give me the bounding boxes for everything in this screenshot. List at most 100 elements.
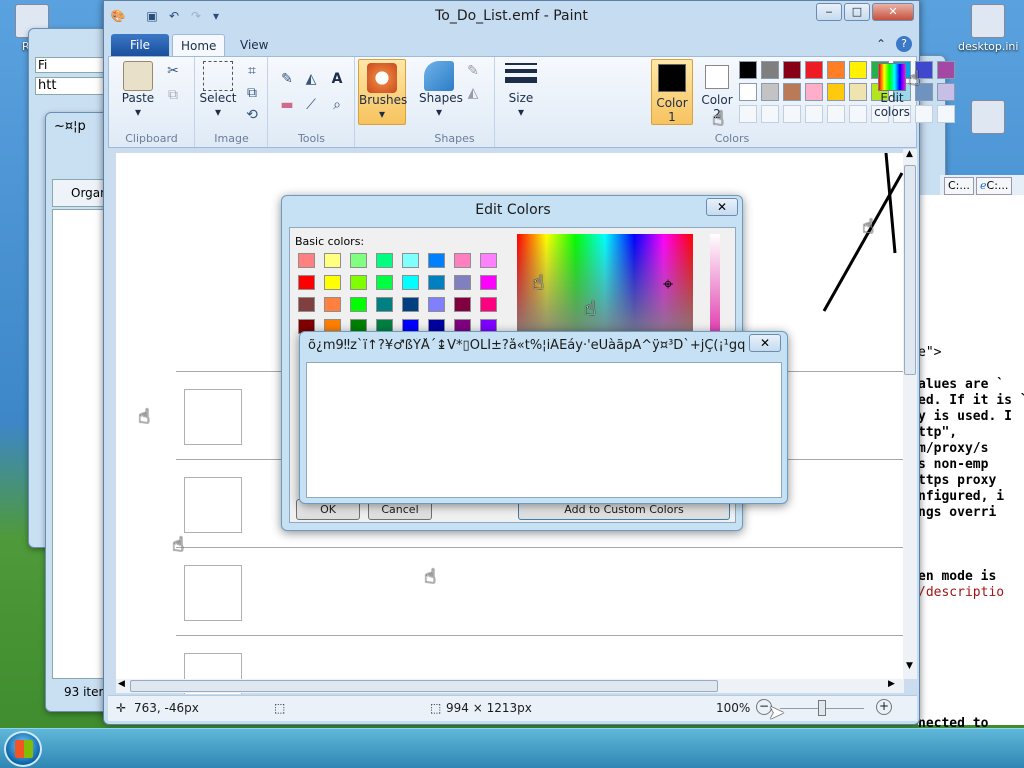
paste-button[interactable]: Paste ▾ — [115, 61, 161, 119]
checkbox-square — [184, 565, 242, 621]
desktop-ini-icon[interactable]: desktop.ini — [958, 4, 1018, 53]
custom-palette-swatch[interactable] — [761, 105, 779, 123]
vertical-scroll-thumb[interactable] — [904, 165, 916, 375]
basic-color-swatch[interactable] — [480, 275, 497, 290]
basic-color-swatch[interactable] — [324, 275, 341, 290]
close-button[interactable]: ✕ — [872, 3, 914, 21]
eraser-icon[interactable]: ▬ — [277, 95, 297, 115]
scroll-down-icon[interactable]: ▼ — [906, 661, 913, 671]
palette-swatch[interactable] — [761, 61, 779, 79]
basic-color-swatch[interactable] — [428, 253, 445, 268]
brushes-button[interactable]: Brushes ▾ — [358, 59, 407, 125]
basic-color-swatch[interactable] — [480, 297, 497, 312]
minimize-ribbon-icon[interactable]: ⌃ — [876, 37, 886, 51]
basic-color-swatch[interactable] — [298, 297, 315, 312]
basic-color-swatch[interactable] — [324, 297, 341, 312]
horizontal-scrollbar[interactable]: ◀ ▶ — [116, 679, 904, 693]
luminance-bar[interactable] — [710, 234, 720, 332]
garbled-dialog[interactable]: õ¿m9‼z`ï↑?¥♂ßÝÅ´↨V*▯ÕLÍ±?å«t%¦iÂEáy·'eÚà… — [299, 331, 788, 504]
custom-palette-swatch[interactable] — [915, 105, 933, 123]
settings-file-icon[interactable] — [958, 100, 1018, 136]
color-palette — [739, 61, 963, 131]
custom-palette-swatch[interactable] — [783, 105, 801, 123]
basic-color-swatch[interactable] — [376, 297, 393, 312]
palette-swatch[interactable] — [937, 83, 955, 101]
help-icon[interactable]: ? — [896, 36, 912, 52]
bg-address[interactable]: htt — [35, 77, 111, 95]
basic-color-swatch[interactable] — [324, 253, 341, 268]
custom-palette-swatch[interactable] — [805, 105, 823, 123]
outline-icon[interactable]: ✎ — [463, 61, 483, 81]
doc-line — [918, 361, 1024, 377]
basic-color-swatch[interactable] — [298, 253, 315, 268]
start-button[interactable] — [4, 731, 42, 767]
scroll-right-icon[interactable]: ▶ — [888, 679, 895, 689]
rotate-icon[interactable]: ⟲ — [242, 105, 262, 125]
size-button[interactable]: Size ▾ — [500, 63, 542, 119]
palette-swatch[interactable] — [739, 61, 757, 79]
text-icon[interactable]: A — [327, 69, 347, 89]
basic-color-swatch[interactable] — [402, 253, 419, 268]
garbled-dialog-close-button[interactable]: ✕ — [749, 334, 781, 352]
basic-color-swatch[interactable] — [376, 253, 393, 268]
right-tab-2[interactable]: ℯC:... — [976, 177, 1013, 195]
basic-color-swatch[interactable] — [376, 275, 393, 290]
zoom-slider-thumb[interactable] — [818, 700, 826, 716]
palette-swatch[interactable] — [827, 83, 845, 101]
shapes-button[interactable]: Shapes ▾ — [419, 61, 463, 119]
resize-icon[interactable]: ⧉ — [242, 83, 262, 103]
tab-file[interactable]: File — [111, 34, 169, 56]
basic-color-swatch[interactable] — [454, 275, 471, 290]
custom-palette-swatch[interactable] — [827, 105, 845, 123]
palette-swatch[interactable] — [761, 83, 779, 101]
magnifier-icon[interactable]: ⌕ — [327, 95, 347, 115]
palette-swatch[interactable] — [827, 61, 845, 79]
scroll-up-icon[interactable]: ▲ — [906, 149, 913, 159]
tab-home[interactable]: Home — [172, 34, 226, 56]
bg-field[interactable]: Fi — [35, 57, 111, 73]
right-tab-1[interactable]: C:... — [944, 177, 974, 195]
basic-color-swatch[interactable] — [454, 297, 471, 312]
edit-colors-close-button[interactable]: ✕ — [706, 198, 738, 216]
color1-button[interactable]: Color 1 — [651, 59, 693, 125]
vertical-scrollbar[interactable]: ▲ ▼ — [903, 149, 917, 679]
basic-color-swatch[interactable] — [350, 297, 367, 312]
basic-color-swatch[interactable] — [350, 275, 367, 290]
pencil-icon[interactable]: ✎ — [277, 69, 297, 89]
basic-color-swatch[interactable] — [480, 253, 497, 268]
zoom-in-button[interactable]: + — [876, 699, 892, 715]
fill-icon[interactable]: ◭ — [301, 69, 321, 89]
custom-palette-swatch[interactable] — [937, 105, 955, 123]
palette-swatch[interactable] — [849, 83, 867, 101]
hand-cursor-icon: ☝ — [712, 106, 725, 130]
basic-color-swatch[interactable] — [350, 253, 367, 268]
select-button[interactable]: Select ▾ — [198, 61, 238, 119]
minimize-button[interactable]: ‒ — [816, 3, 842, 21]
basic-color-swatch[interactable] — [402, 297, 419, 312]
color-picker-icon[interactable]: ⟋ — [301, 95, 321, 115]
maximize-button[interactable]: □ — [844, 3, 870, 21]
palette-swatch[interactable] — [805, 61, 823, 79]
crop-icon[interactable]: ⌗ — [242, 61, 262, 81]
horizontal-scroll-thumb[interactable] — [130, 680, 718, 692]
basic-color-swatch[interactable] — [298, 275, 315, 290]
scroll-left-icon[interactable]: ◀ — [118, 679, 125, 689]
palette-swatch[interactable] — [783, 83, 801, 101]
basic-color-swatch[interactable] — [454, 253, 471, 268]
palette-swatch[interactable] — [849, 61, 867, 79]
custom-palette-swatch[interactable] — [849, 105, 867, 123]
palette-swatch[interactable] — [805, 83, 823, 101]
palette-swatch[interactable] — [937, 61, 955, 79]
paste-icon — [123, 61, 153, 91]
cut-icon[interactable]: ✂ — [163, 61, 183, 81]
custom-palette-swatch[interactable] — [739, 105, 757, 123]
basic-color-swatch[interactable] — [428, 297, 445, 312]
paint-titlebar[interactable]: 🎨 ▣ ↶ ↷ ▾ To_Do_List.emf - Paint ‒ □ ✕ — [104, 1, 919, 31]
basic-color-swatch[interactable] — [428, 275, 445, 290]
basic-color-swatch[interactable] — [402, 275, 419, 290]
palette-swatch[interactable] — [783, 61, 801, 79]
copy-icon[interactable]: ⧉ — [163, 85, 183, 105]
fill-shape-icon[interactable]: ◭ — [463, 83, 483, 103]
tab-view[interactable]: View — [232, 34, 276, 56]
palette-swatch[interactable] — [739, 83, 757, 101]
